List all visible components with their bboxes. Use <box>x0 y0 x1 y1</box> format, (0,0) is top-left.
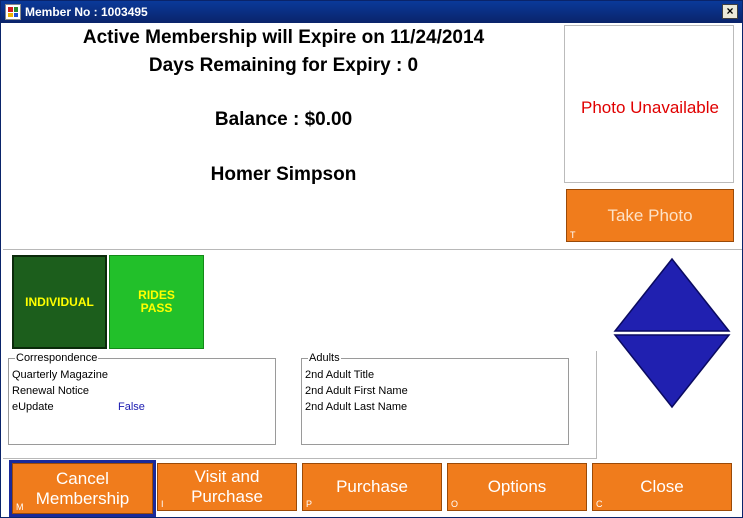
cancel-membership-label-line1: Cancel <box>56 468 109 488</box>
divider-vertical <box>596 351 597 459</box>
tile-individual-label: INDIVIDUAL <box>25 294 94 309</box>
options-hotkey: O <box>451 499 459 509</box>
correspondence-title: Correspondence <box>15 352 99 364</box>
correspondence-row: Quarterly Magazine <box>12 369 108 381</box>
tile-rides-label-line2: PASS <box>140 301 173 315</box>
purchase-button[interactable]: Purchase P <box>302 463 442 511</box>
tile-rides-label: RIDES PASS <box>138 289 175 315</box>
divider <box>3 249 742 250</box>
close-label: Close <box>640 477 684 496</box>
take-photo-button[interactable]: Take Photo T <box>566 189 734 242</box>
cancel-membership-hotkey: M <box>16 502 24 512</box>
window-title: Member No : 1003495 <box>25 5 148 19</box>
options-label: Options <box>487 477 547 496</box>
member-window: Member No : 1003495 × Active Membership … <box>0 0 743 518</box>
eupdate-value: False <box>118 401 145 413</box>
scroll-arrows <box>612 257 732 409</box>
member-photo-box: Photo Unavailable <box>564 25 734 183</box>
purchase-hotkey: P <box>306 499 313 509</box>
balance-text: Balance : $0.00 <box>214 109 353 130</box>
visit-purchase-label-line2: Purchase <box>191 487 263 506</box>
scroll-up-arrow-icon[interactable] <box>613 257 731 332</box>
take-photo-hotkey: T <box>570 230 576 240</box>
cancel-membership-label: Cancel Membership <box>36 469 130 509</box>
cancel-membership-label-line2: Membership <box>35 488 130 508</box>
app-icon <box>5 4 21 20</box>
membership-tile-individual[interactable]: INDIVIDUAL <box>12 255 107 349</box>
divider <box>3 458 597 459</box>
days-remaining-text: Days Remaining for Expiry : 0 <box>148 55 419 76</box>
correspondence-row: Renewal Notice <box>12 385 90 397</box>
cancel-membership-button[interactable]: Cancel Membership M <box>9 460 156 517</box>
adults-row: 2nd Adult First Name <box>305 385 408 397</box>
tile-rides-label-line1: RIDES <box>138 288 175 302</box>
scroll-down-arrow-icon[interactable] <box>613 334 731 409</box>
close-hotkey: C <box>596 499 603 509</box>
expiry-date-text: Active Membership will Expire on 11/24/2… <box>82 27 485 48</box>
purchase-label: Purchase <box>336 477 408 496</box>
photo-unavailable-text: Photo Unavailable <box>581 98 719 117</box>
correspondence-row: eUpdate <box>12 401 54 413</box>
window-close-icon[interactable]: × <box>722 4 738 19</box>
title-bar[interactable]: Member No : 1003495 × <box>1 1 742 23</box>
visit-and-purchase-button[interactable]: Visit and Purchase I <box>157 463 297 511</box>
adults-row: 2nd Adult Title <box>305 369 375 381</box>
visit-purchase-label-line1: Visit and <box>194 467 260 486</box>
membership-tile-rides-pass[interactable]: RIDES PASS <box>109 255 204 349</box>
visit-purchase-hotkey: I <box>161 499 164 509</box>
take-photo-label: Take Photo <box>607 205 693 225</box>
adults-row: 2nd Adult Last Name <box>305 401 408 413</box>
visit-purchase-label: Visit and Purchase <box>191 467 263 507</box>
member-name: Homer Simpson <box>210 164 357 185</box>
adults-group: Adults 2nd Adult Title 2nd Adult First N… <box>301 352 569 445</box>
adults-title: Adults <box>308 352 341 364</box>
correspondence-group: Correspondence Quarterly Magazine Renewa… <box>8 352 276 445</box>
close-button[interactable]: Close C <box>592 463 732 511</box>
options-button[interactable]: Options O <box>447 463 587 511</box>
